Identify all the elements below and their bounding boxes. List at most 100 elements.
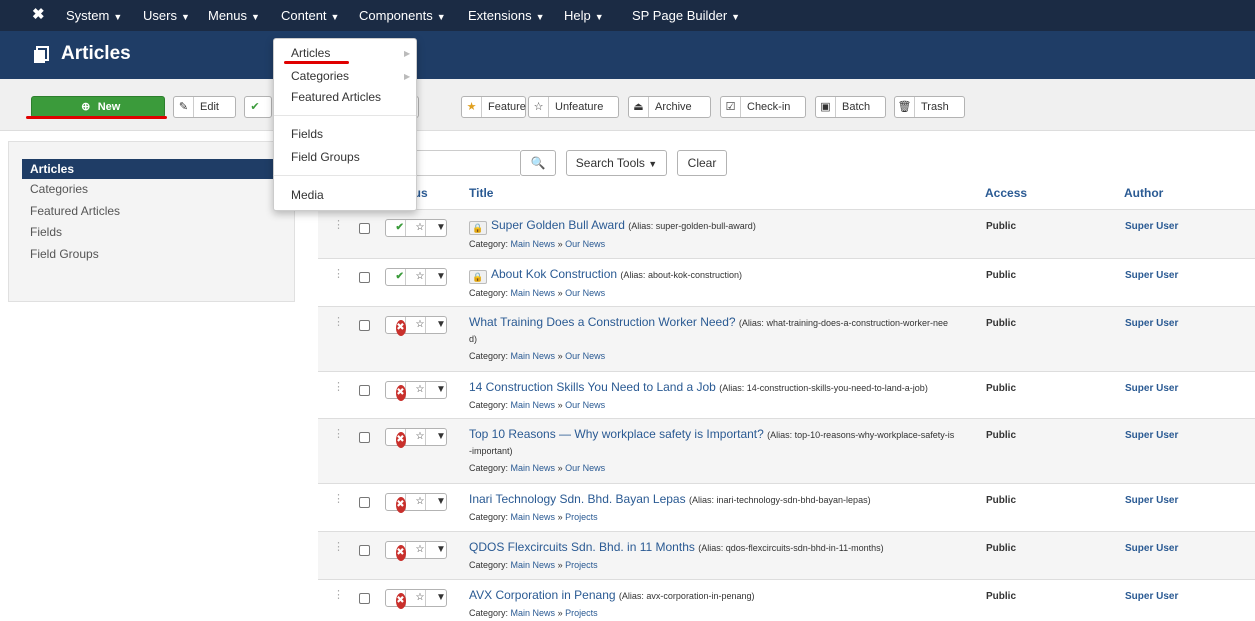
row-checkbox[interactable]: [359, 497, 370, 508]
row-actions-dropdown[interactable]: ▼: [426, 429, 446, 445]
drag-handle-icon[interactable]: ⋮: [333, 427, 344, 440]
row-actions-dropdown[interactable]: ▼: [426, 269, 446, 285]
category-link[interactable]: Our News: [565, 400, 605, 410]
edit-button[interactable]: ✎ Edit: [173, 96, 236, 118]
category-parent-link[interactable]: Main News: [511, 351, 556, 361]
category-link[interactable]: Our News: [565, 463, 605, 473]
category-link[interactable]: Our News: [565, 288, 605, 298]
sidebar-item-categories[interactable]: Categories: [22, 179, 296, 199]
row-checkbox[interactable]: [359, 432, 370, 443]
row-actions-dropdown[interactable]: ▼: [426, 382, 446, 398]
article-title-link[interactable]: AVX Corporation in Penang: [469, 588, 616, 602]
menu-components[interactable]: Components ▼: [359, 0, 446, 31]
category-parent-link[interactable]: Main News: [511, 512, 556, 522]
article-title-link[interactable]: Super Golden Bull Award: [491, 218, 625, 232]
menu-item-fields[interactable]: Fields: [291, 127, 323, 141]
category-link[interactable]: Projects: [565, 608, 598, 618]
category-link[interactable]: Projects: [565, 560, 598, 570]
article-title-link[interactable]: Top 10 Reasons — Why workplace safety is…: [469, 427, 764, 441]
clear-button[interactable]: Clear: [677, 150, 727, 176]
search-button[interactable]: 🔍: [520, 150, 556, 176]
drag-handle-icon[interactable]: ⋮: [333, 380, 344, 393]
unfeature-button[interactable]: ☆ Unfeature: [528, 96, 619, 118]
sidebar-item-featured-articles[interactable]: Featured Articles: [22, 201, 296, 221]
category-parent-link[interactable]: Main News: [511, 400, 556, 410]
lock-icon[interactable]: 🔒: [469, 270, 487, 284]
drag-handle-icon[interactable]: ⋮: [333, 218, 344, 231]
menu-extensions[interactable]: Extensions ▼: [468, 0, 545, 31]
author-link[interactable]: Super User: [1125, 318, 1178, 329]
drag-handle-icon[interactable]: ⋮: [333, 588, 344, 601]
row-actions-dropdown[interactable]: ▼: [426, 220, 446, 236]
toggle-publish-button[interactable]: ✖: [386, 590, 406, 609]
header-author[interactable]: Author: [1124, 186, 1163, 200]
menu-menus[interactable]: Menus ▼: [208, 0, 260, 31]
joomla-logo-icon[interactable]: ✖: [32, 7, 48, 23]
sidebar-item-articles[interactable]: Articles: [22, 159, 294, 179]
archive-button[interactable]: ⏏ Archive: [628, 96, 711, 118]
author-link[interactable]: Super User: [1125, 591, 1178, 602]
toggle-publish-button[interactable]: ✔: [386, 220, 406, 236]
search-input[interactable]: [416, 150, 520, 176]
row-checkbox[interactable]: [359, 385, 370, 396]
row-checkbox[interactable]: [359, 320, 370, 331]
menu-item-featured-articles[interactable]: Featured Articles: [291, 90, 381, 104]
sidebar-item-fields[interactable]: Fields: [22, 222, 296, 242]
toggle-featured-button[interactable]: ☆: [406, 382, 426, 398]
category-link[interactable]: Projects: [565, 512, 598, 522]
batch-button[interactable]: ▣ Batch: [815, 96, 886, 118]
menu-item-articles[interactable]: Articles ▶: [291, 46, 410, 60]
toggle-publish-button[interactable]: ✖: [386, 382, 406, 401]
row-actions-dropdown[interactable]: ▼: [426, 590, 446, 606]
toggle-featured-button[interactable]: ☆: [406, 220, 426, 236]
author-link[interactable]: Super User: [1125, 221, 1178, 232]
lock-icon[interactable]: 🔒: [469, 221, 487, 235]
row-actions-dropdown[interactable]: ▼: [426, 494, 446, 510]
row-actions-dropdown[interactable]: ▼: [426, 542, 446, 558]
row-checkbox[interactable]: [359, 272, 370, 283]
author-link[interactable]: Super User: [1125, 383, 1178, 394]
toggle-publish-button[interactable]: ✖: [386, 317, 406, 336]
toggle-publish-button[interactable]: ✔: [386, 269, 406, 285]
toggle-publish-button[interactable]: ✖: [386, 494, 406, 513]
drag-handle-icon[interactable]: ⋮: [333, 267, 344, 280]
publish-button[interactable]: ✔: [244, 96, 272, 118]
author-link[interactable]: Super User: [1125, 543, 1178, 554]
category-link[interactable]: Our News: [565, 351, 605, 361]
article-title-link[interactable]: 14 Construction Skills You Need to Land …: [469, 380, 716, 394]
row-actions-dropdown[interactable]: ▼: [426, 317, 446, 333]
toggle-featured-button[interactable]: ☆: [406, 494, 426, 510]
trash-button[interactable]: 🗑 Trash: [894, 96, 965, 118]
menu-help[interactable]: Help ▼: [564, 0, 604, 31]
drag-handle-icon[interactable]: ⋮: [333, 315, 344, 328]
article-title-link[interactable]: About Kok Construction: [491, 267, 617, 281]
menu-item-categories[interactable]: Categories ▶: [291, 69, 410, 83]
menu-sp-page-builder[interactable]: SP Page Builder ▼: [632, 0, 740, 31]
category-parent-link[interactable]: Main News: [511, 463, 556, 473]
article-title-link[interactable]: Inari Technology Sdn. Bhd. Bayan Lepas: [469, 492, 686, 506]
author-link[interactable]: Super User: [1125, 270, 1178, 281]
row-checkbox[interactable]: [359, 593, 370, 604]
search-tools-button[interactable]: Search Tools ▼: [566, 150, 667, 176]
row-checkbox[interactable]: [359, 545, 370, 556]
menu-item-media[interactable]: Media: [291, 188, 324, 202]
header-access[interactable]: Access: [985, 186, 1027, 200]
toggle-featured-button[interactable]: ☆: [406, 269, 426, 285]
menu-users[interactable]: Users ▼: [143, 0, 190, 31]
category-parent-link[interactable]: Main News: [511, 239, 556, 249]
article-title-link[interactable]: QDOS Flexcircuits Sdn. Bhd. in 11 Months: [469, 540, 695, 554]
category-link[interactable]: Our News: [565, 239, 605, 249]
feature-button[interactable]: ★ Feature: [461, 96, 526, 118]
author-link[interactable]: Super User: [1125, 495, 1178, 506]
toggle-featured-button[interactable]: ☆: [406, 542, 426, 558]
header-title[interactable]: Title: [469, 186, 493, 200]
article-title-link[interactable]: What Training Does a Construction Worker…: [469, 315, 736, 329]
new-button[interactable]: ⊕ New: [31, 96, 165, 118]
menu-content[interactable]: Content ▼: [281, 0, 339, 31]
toggle-publish-button[interactable]: ✖: [386, 429, 406, 448]
author-link[interactable]: Super User: [1125, 430, 1178, 441]
drag-handle-icon[interactable]: ⋮: [333, 492, 344, 505]
checkin-button[interactable]: ☑ Check-in: [720, 96, 806, 118]
menu-system[interactable]: System ▼: [66, 0, 122, 31]
toggle-featured-button[interactable]: ☆: [406, 317, 426, 333]
